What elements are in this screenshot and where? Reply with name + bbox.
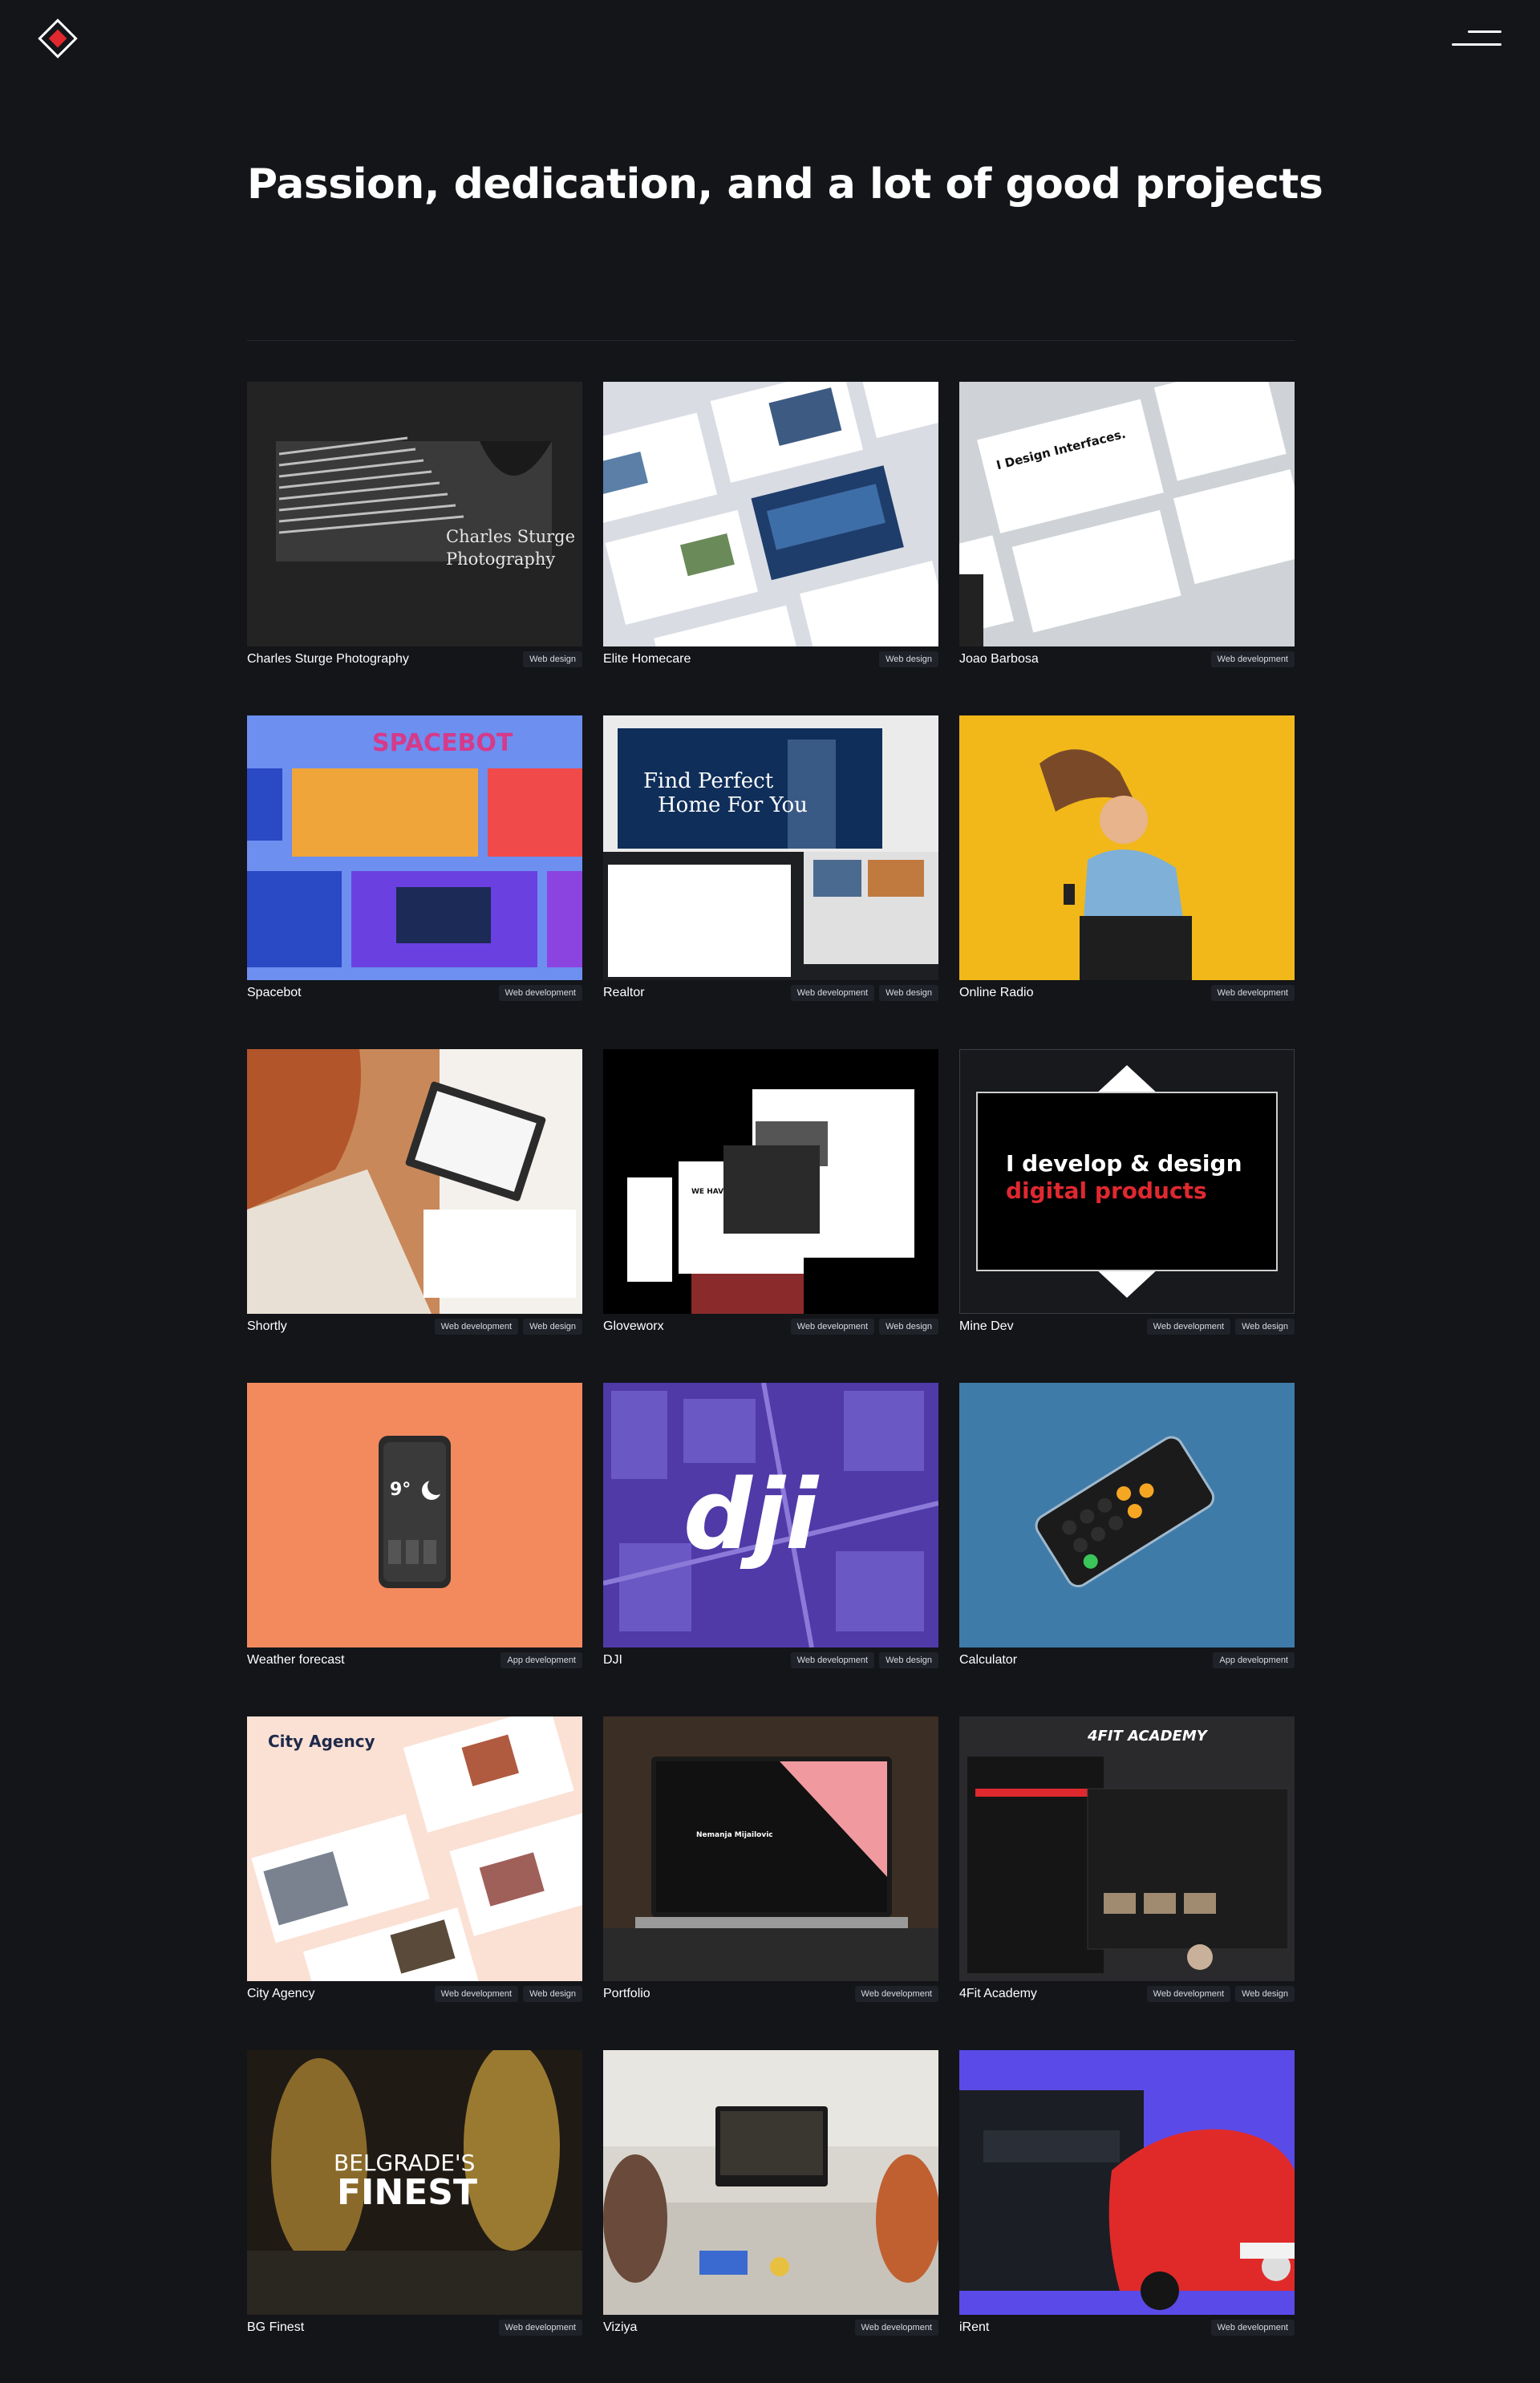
project-name: Joao Barbosa	[959, 652, 1039, 666]
svg-text:9°: 9°	[390, 1480, 411, 1500]
project-name: DJI	[603, 1653, 622, 1667]
svg-text:digital products: digital products	[1006, 1177, 1207, 1204]
project-card[interactable]: 9° Weather forecast App development	[247, 1383, 582, 1673]
project-card[interactable]: Viziya Web development	[603, 2050, 938, 2340]
project-name: Portfolio	[603, 1987, 650, 2000]
project-tag: Web development	[434, 1319, 519, 1335]
project-name: iRent	[959, 2320, 990, 2334]
project-thumbnail: Find Perfect Home For You	[603, 715, 938, 980]
project-thumbnail	[959, 1383, 1295, 1647]
project-tag: Web development	[434, 1986, 519, 2002]
svg-text:Charles Sturge: Charles Sturge	[446, 527, 575, 546]
project-card[interactable]: WE HAVE BOXING Gloveworx Web development…	[603, 1049, 938, 1339]
project-thumbnail: City Agency	[247, 1716, 582, 1981]
projects-grid: Charles Sturge Photography Charles Sturg…	[247, 382, 1295, 2340]
project-tag: Web development	[498, 985, 582, 1001]
svg-text:Photography: Photography	[446, 549, 555, 569]
project-tag: Web development	[1146, 1986, 1231, 2002]
project-name: Mine Dev	[959, 1319, 1014, 1333]
project-name: Charles Sturge Photography	[247, 652, 409, 666]
project-tag: Web development	[790, 1652, 875, 1668]
project-tag: Web design	[879, 1652, 938, 1668]
project-name: Calculator	[959, 1653, 1018, 1667]
project-card[interactable]: Find Perfect Home For You Realtor Web de…	[603, 715, 938, 1006]
project-card[interactable]: iRent Web development	[959, 2050, 1295, 2340]
project-card[interactable]: Shortly Web development Web design	[247, 1049, 582, 1339]
project-name: Viziya	[603, 2320, 638, 2334]
project-tag: Web design	[1235, 1319, 1295, 1335]
project-name: Gloveworx	[603, 1319, 664, 1333]
project-thumbnail	[959, 2050, 1295, 2315]
project-tag: App development	[500, 1652, 582, 1668]
project-name: 4Fit Academy	[959, 1987, 1037, 2000]
project-card[interactable]: 4FIT ACADEMY 4Fit Academy Web developmen…	[959, 1716, 1295, 2007]
project-tag: Web development	[790, 1319, 875, 1335]
project-tag: Web development	[1146, 1319, 1231, 1335]
project-name: Online Radio	[959, 986, 1034, 999]
svg-text:I develop & design: I develop & design	[1006, 1150, 1242, 1177]
svg-text:SPACEBOT: SPACEBOT	[372, 729, 513, 757]
project-card[interactable]: dji DJI Web development Web design	[603, 1383, 938, 1673]
svg-text:City Agency: City Agency	[268, 1732, 375, 1751]
svg-text:FINEST: FINEST	[337, 2172, 477, 2213]
project-tag: Web design	[879, 1319, 938, 1335]
page-title: Passion, dedication, and a lot of good p…	[247, 160, 1323, 209]
project-thumbnail: dji	[603, 1383, 938, 1647]
project-tag: Web design	[523, 1986, 582, 2002]
project-card[interactable]: SPACEBOT Spacebot Web development	[247, 715, 582, 1006]
project-thumbnail: Charles Sturge Photography	[247, 382, 582, 646]
project-tag: Web design	[1235, 1986, 1295, 2002]
project-tag: Web development	[790, 985, 875, 1001]
project-thumbnail: I Design Interfaces.	[959, 382, 1295, 646]
project-thumbnail: I develop & design digital products	[959, 1049, 1295, 1314]
project-thumbnail: Nemanja Mijailovic	[603, 1716, 938, 1981]
project-name: City Agency	[247, 1987, 315, 2000]
hamburger-menu-icon[interactable]	[1449, 24, 1502, 56]
logo[interactable]	[37, 18, 79, 59]
project-thumbnail: BELGRADE'S FINEST	[247, 2050, 582, 2315]
project-card[interactable]: Nemanja Mijailovic Portfolio Web develop…	[603, 1716, 938, 2007]
project-card[interactable]: BELGRADE'S FINEST BG Finest Web developm…	[247, 2050, 582, 2340]
project-thumbnail: WE HAVE BOXING	[603, 1049, 938, 1314]
project-name: Spacebot	[247, 986, 302, 999]
project-name: BG Finest	[247, 2320, 305, 2334]
project-thumbnail: SPACEBOT	[247, 715, 582, 980]
project-tag: Web development	[854, 1986, 938, 2002]
project-card[interactable]: Charles Sturge Photography Charles Sturg…	[247, 382, 582, 672]
project-card[interactable]: Elite Homecare Web design	[603, 382, 938, 672]
project-tag: Web design	[879, 651, 938, 667]
diamond-logo-icon	[38, 18, 78, 59]
project-thumbnail	[959, 715, 1295, 980]
project-name: Elite Homecare	[603, 652, 691, 666]
project-card[interactable]: Online Radio Web development	[959, 715, 1295, 1006]
svg-text:Home For You: Home For You	[658, 793, 808, 817]
project-tag: Web development	[1210, 985, 1295, 1001]
project-name: Weather forecast	[247, 1653, 345, 1667]
project-card[interactable]: City Agency City Agency Web development W…	[247, 1716, 582, 2007]
project-name: Shortly	[247, 1319, 287, 1333]
project-tag: Web development	[1210, 651, 1295, 667]
project-card[interactable]: I develop & design digital products Mine…	[959, 1049, 1295, 1339]
project-thumbnail: 9°	[247, 1383, 582, 1647]
project-card[interactable]: Calculator App development	[959, 1383, 1295, 1673]
svg-text:Nemanja Mijailovic: Nemanja Mijailovic	[696, 1831, 773, 1839]
divider	[247, 340, 1295, 341]
project-thumbnail	[603, 2050, 938, 2315]
project-tag: Web development	[498, 2320, 582, 2336]
svg-text:dji: dji	[683, 1460, 820, 1571]
project-tag: Web design	[523, 1319, 582, 1335]
svg-text:Find Perfect: Find Perfect	[643, 769, 774, 793]
project-tag: Web development	[854, 2320, 938, 2336]
project-tag: Web design	[879, 985, 938, 1001]
project-name: Realtor	[603, 986, 645, 999]
project-tag: Web design	[523, 651, 582, 667]
project-thumbnail: 4FIT ACADEMY	[959, 1716, 1295, 1981]
svg-text:4FIT ACADEMY: 4FIT ACADEMY	[1087, 1728, 1209, 1745]
project-card[interactable]: I Design Interfaces. Joao Barbosa Web de…	[959, 382, 1295, 672]
project-thumbnail	[603, 382, 938, 646]
project-tag: App development	[1213, 1652, 1295, 1668]
project-thumbnail	[247, 1049, 582, 1314]
project-tag: Web development	[1210, 2320, 1295, 2336]
